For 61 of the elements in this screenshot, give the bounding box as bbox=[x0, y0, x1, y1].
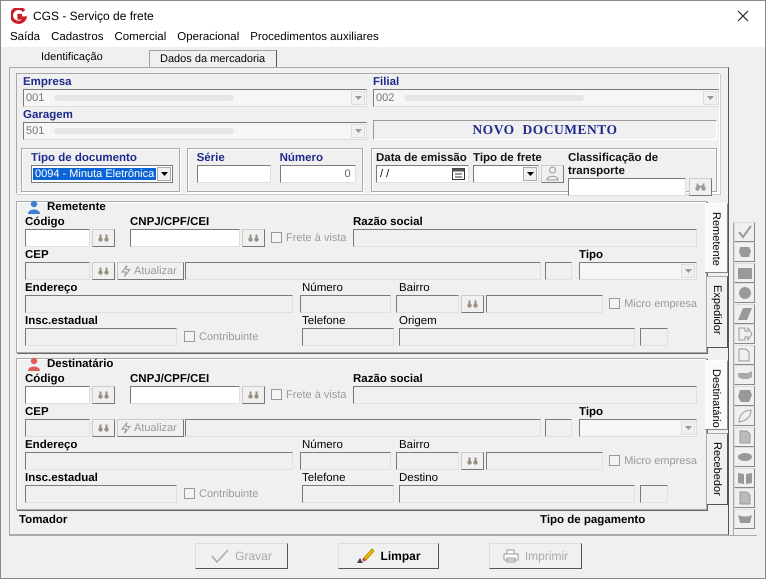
menu-item[interactable]: Comercial bbox=[114, 30, 166, 47]
menu-item[interactable]: Operacional bbox=[177, 30, 240, 47]
field-label: Série bbox=[196, 152, 226, 165]
tab[interactable]: Identificação bbox=[13, 48, 141, 67]
section-title: Destinatário bbox=[47, 358, 114, 370]
side-tab[interactable]: Recebedor bbox=[707, 432, 728, 505]
field-label: CEP bbox=[25, 248, 50, 262]
clear-button[interactable]: Limpar bbox=[338, 543, 439, 570]
field-label: Número bbox=[280, 152, 324, 165]
number-field[interactable]: 0 bbox=[280, 164, 356, 183]
field-label: Número bbox=[302, 438, 344, 452]
window-title: CGS - Serviço de frete bbox=[33, 8, 155, 23]
field-label: Destino bbox=[399, 472, 438, 485]
checkbox-label: Contribuinte bbox=[199, 488, 258, 500]
field-label: Tipo de pagamento bbox=[540, 514, 646, 526]
menu-item[interactable]: Saída bbox=[10, 30, 40, 47]
checkbox-label: Micro empresa bbox=[624, 454, 698, 467]
checkbox-label: Contribuinte bbox=[199, 330, 258, 343]
checkbox-label: Frete à vista bbox=[286, 388, 347, 401]
status-banner: NOVO DOCUMENTO bbox=[373, 120, 717, 140]
field-label: Tipo de documento bbox=[31, 152, 138, 165]
field-label: Bairro bbox=[399, 438, 430, 452]
side-tab[interactable]: Expedidor bbox=[707, 276, 728, 348]
field-label: Empresa bbox=[23, 76, 73, 89]
field-label: Insc.estadual bbox=[25, 472, 99, 485]
field-label: Filial bbox=[373, 76, 400, 89]
field-label: Tipo bbox=[579, 248, 604, 262]
field-label: Tipo bbox=[579, 406, 604, 419]
side-tab[interactable]: Remetente bbox=[705, 202, 728, 273]
field-label: Data de emissão bbox=[376, 152, 468, 165]
field-label: CEP bbox=[25, 406, 50, 419]
field-label: CNPJ/CPF/CEI bbox=[130, 372, 210, 386]
section-title: Remetente bbox=[47, 201, 106, 214]
date-field[interactable]: / / bbox=[376, 164, 469, 183]
field-label: Telefone bbox=[302, 314, 346, 328]
document-type-select[interactable]: 0094 - Minuta Eletrônica bbox=[31, 164, 173, 183]
company-select[interactable]: 001 bbox=[23, 88, 367, 107]
tab[interactable]: Dados da mercadoria bbox=[149, 50, 277, 67]
branch-select[interactable]: 002 bbox=[373, 88, 719, 107]
checkbox-label: Frete à vista bbox=[286, 232, 347, 244]
field-label: Razão social bbox=[353, 216, 423, 229]
field-label: Insc.estadual bbox=[25, 314, 99, 328]
field-label: Telefone bbox=[302, 472, 346, 485]
field-label: Tipo de frete bbox=[473, 152, 543, 165]
checkbox-label: Micro empresa bbox=[624, 298, 698, 310]
menu-item[interactable]: Cadastros bbox=[51, 30, 104, 47]
field-label: Código bbox=[25, 216, 66, 229]
field-label: Razão social bbox=[353, 372, 423, 386]
field-label: Endereço bbox=[25, 282, 78, 295]
field-label: Classificação de transporte bbox=[568, 152, 660, 178]
field-label: Número bbox=[302, 282, 344, 295]
field-label: Bairro bbox=[399, 282, 430, 295]
field-label: CNPJ/CPF/CEI bbox=[130, 216, 210, 229]
field-label: Origem bbox=[399, 314, 437, 328]
field-label: Código bbox=[25, 372, 66, 386]
field-label: Endereço bbox=[25, 438, 78, 452]
field-label: Tomador bbox=[19, 514, 68, 526]
garage-select[interactable]: 501 bbox=[23, 122, 367, 140]
field-label: Garagem bbox=[23, 108, 74, 122]
side-tab[interactable]: Destinatário bbox=[705, 360, 728, 430]
menu-item[interactable]: Procedimentos auxiliares bbox=[250, 30, 379, 47]
